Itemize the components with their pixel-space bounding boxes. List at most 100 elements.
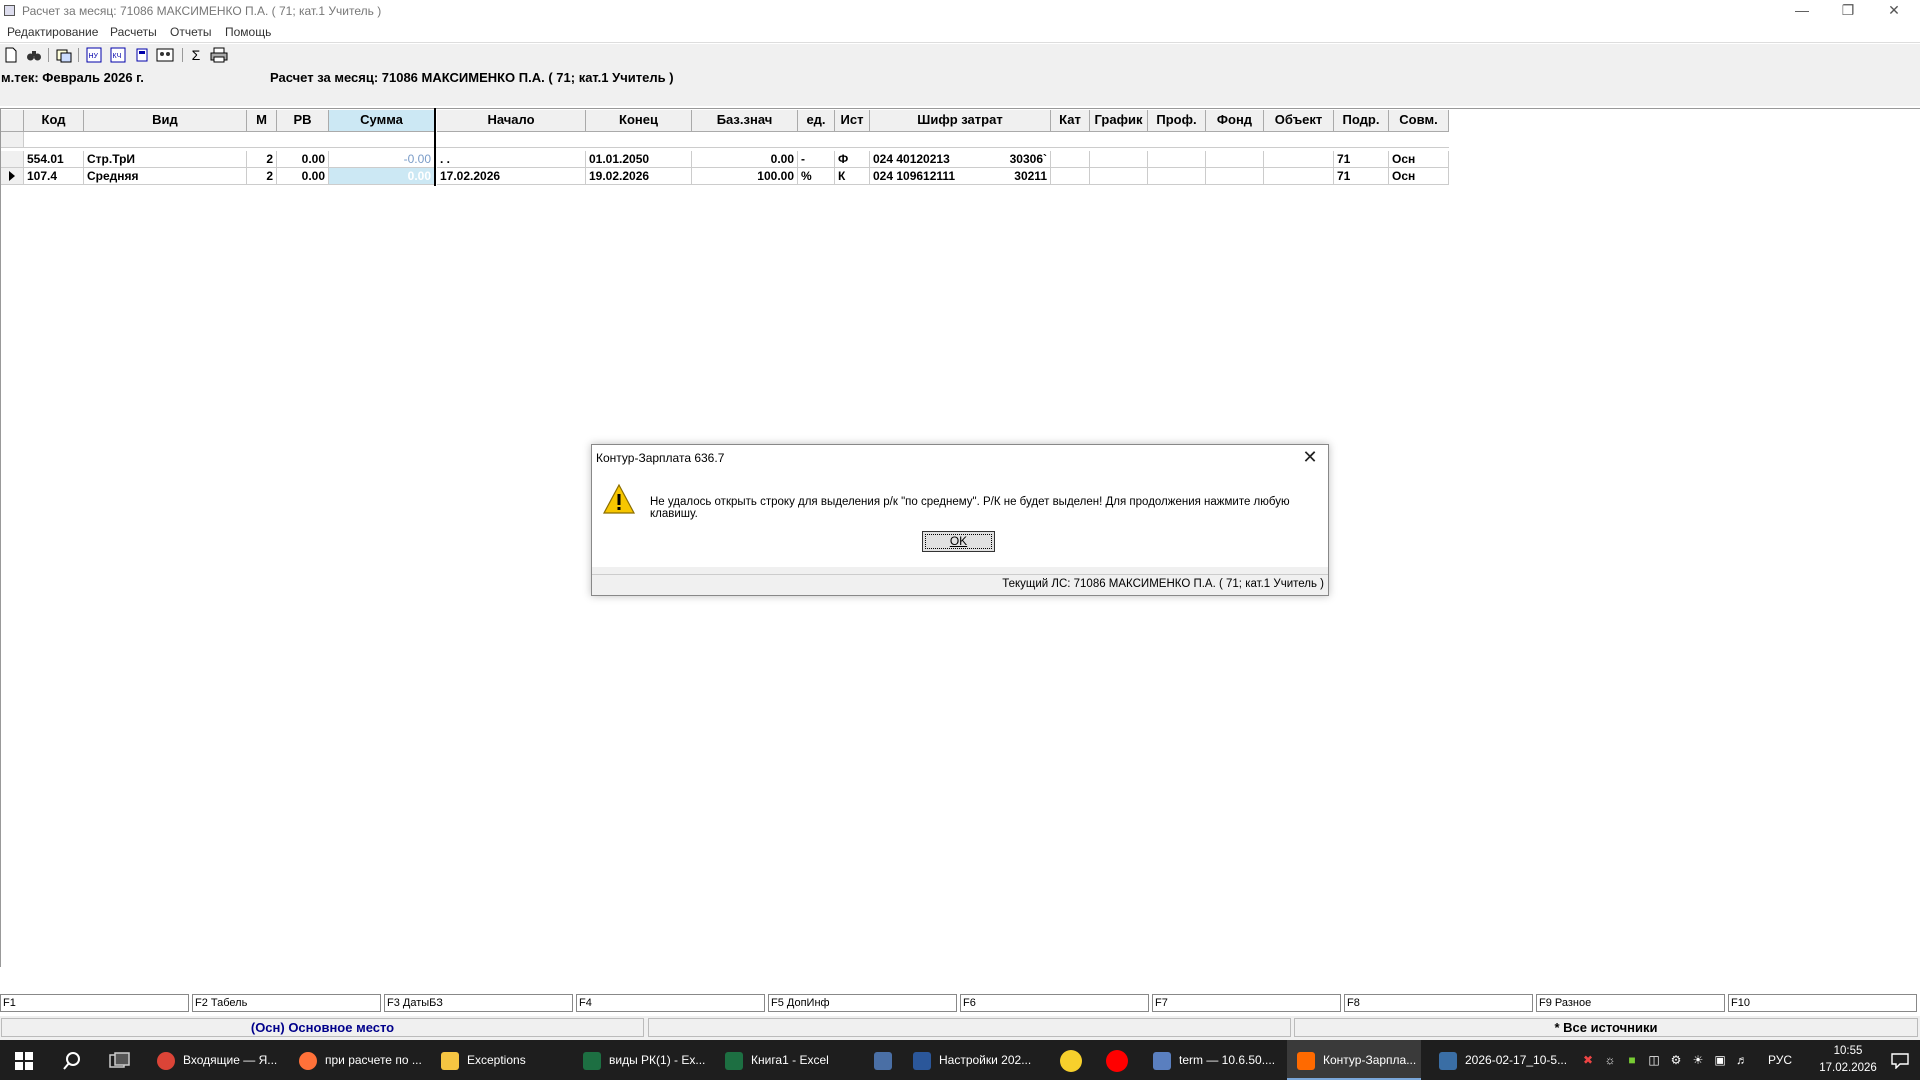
minimize-icon[interactable]: — [1779,0,1825,22]
fkey-f1[interactable]: F1 [0,994,189,1012]
taskbar-app-yandex[interactable] [1095,1040,1139,1080]
fkey-f6[interactable]: F6 [960,994,1149,1012]
fkey-f7[interactable]: F7 [1152,994,1341,1012]
tray-clock[interactable]: 10:55 17.02.2026 [1806,1043,1890,1079]
col-header-vid[interactable]: Вид [84,110,247,132]
taskbar-app-explorer[interactable]: Exceptions [435,1040,581,1080]
menu-edit[interactable]: Редактирование [7,25,98,39]
table-cell-vid[interactable]: Стр.ТрИ [84,151,247,168]
fkey-f4[interactable]: F4 [576,994,765,1012]
restore-icon[interactable]: ❐ [1825,0,1871,22]
table-cell-rv[interactable]: 0.00 [277,168,329,185]
table-cell-rv[interactable]: 0.00 [277,151,329,168]
table-cell-nachalo[interactable]: . . [437,151,586,168]
table-cell-fond[interactable] [1206,168,1264,185]
table-cell-baz[interactable]: 0.00 [692,151,798,168]
search-button[interactable] [48,1040,96,1080]
taskbar-app-image[interactable]: 2026-02-17_10-5... [1433,1040,1573,1080]
col-header-fond[interactable]: Фонд [1206,110,1264,132]
dialog-close-icon[interactable]: ✕ [1300,447,1320,467]
table-cell-vid[interactable]: Средняя [84,168,247,185]
col-header-konec[interactable]: Конец [586,110,692,132]
table-cell-shifr[interactable]: 024 40120213 30306` [870,151,1051,168]
col-header-podr[interactable]: Подр. [1334,110,1389,132]
col-header-baz[interactable]: Баз.знач [692,110,798,132]
task-view-button[interactable] [96,1040,144,1080]
table-cell-prof[interactable] [1148,168,1206,185]
table-cell-ist[interactable]: Ф [835,151,870,168]
taskbar-app-calculator[interactable] [861,1040,905,1080]
taskbar-app-kontur[interactable]: Контур-Зарпла... [1287,1040,1421,1080]
printer-icon[interactable] [210,47,228,63]
table-cell-sovm[interactable]: Осн [1389,151,1449,168]
tray-volume-icon[interactable]: ♬ [1732,1040,1752,1080]
col-header-kod[interactable]: Код [24,110,84,132]
tray-nvidia-icon[interactable]: ■ [1622,1040,1642,1080]
taskbar-app-terminal[interactable]: term — 10.6.50.... [1147,1040,1287,1080]
table-cell-grafik[interactable] [1090,168,1148,185]
taskbar-app-chrome[interactable]: Входящие — Я... [151,1040,297,1080]
calc-icon[interactable] [134,47,150,63]
table-cell-m[interactable]: 2 [247,168,277,185]
tray-language[interactable]: РУС [1760,1040,1800,1080]
fkey-f10[interactable]: F10 [1728,994,1917,1012]
col-header-shifr[interactable]: Шифр затрат [870,110,1051,132]
table-cell-kat[interactable] [1051,151,1090,168]
col-header-grafik[interactable]: График [1090,110,1148,132]
col-header-nachalo[interactable]: Начало [437,110,586,132]
close-icon[interactable]: ✕ [1871,0,1917,22]
table-cell-grafik[interactable] [1090,151,1148,168]
new-doc-icon[interactable] [3,47,19,63]
fkey-f8[interactable]: F8 [1344,994,1533,1012]
taskbar-app-excel-2[interactable]: Книга1 - Excel [719,1040,865,1080]
table-cell-prof[interactable] [1148,151,1206,168]
row-indicator[interactable] [1,168,24,185]
sigma-icon[interactable]: Σ [188,47,204,63]
tray-usb-icon[interactable]: ◫ [1644,1040,1664,1080]
people-icon[interactable] [156,47,174,63]
taskbar-app-excel-1[interactable]: виды РК(1) - Ex... [577,1040,723,1080]
table-cell-konec[interactable]: 01.01.2050 [586,151,692,168]
col-header-rv[interactable]: РВ [277,110,329,132]
table-cell-shifr[interactable]: 024 109612111 30211 [870,168,1051,185]
col-header-m[interactable]: М [247,110,277,132]
table-cell-sovm[interactable]: Осн [1389,168,1449,185]
tray-app-icon[interactable]: ✖ [1578,1040,1598,1080]
table-cell-podr[interactable]: 71 [1334,151,1389,168]
table-cell-obekt[interactable] [1264,151,1334,168]
col-header-summa[interactable]: Сумма [329,110,435,132]
menu-reports[interactable]: Отчеты [170,25,211,39]
col-header-kat[interactable]: Кат [1051,110,1090,132]
table-cell-kod[interactable]: 554.01 [24,151,84,168]
tray-security-icon[interactable]: ☀ [1688,1040,1708,1080]
taskbar-app-1c[interactable] [1049,1040,1093,1080]
tray-settings-icon[interactable]: ⚙ [1666,1040,1686,1080]
col-header-ed[interactable]: ед. [798,110,835,132]
fkey-f9[interactable]: F9 Разное [1536,994,1725,1012]
table-cell-obekt[interactable] [1264,168,1334,185]
table-cell-m[interactable]: 2 [247,151,277,168]
table-cell-nachalo[interactable]: 17.02.2026 [437,168,586,185]
start-button[interactable] [0,1040,48,1080]
col-header-prof[interactable]: Проф. [1148,110,1206,132]
col-header-ist[interactable]: Ист [835,110,870,132]
hu-icon[interactable]: НУ [86,47,102,63]
taskbar-app-firefox[interactable]: при расчете по ... [293,1040,439,1080]
table-cell-fond[interactable] [1206,151,1264,168]
binoculars-icon[interactable] [26,47,42,63]
table-cell-summa[interactable]: -0.00 [329,151,435,168]
filter-row[interactable] [24,132,1449,148]
table-cell-ed[interactable]: % [798,168,835,185]
taskbar-app-word[interactable]: Настройки 202... [907,1040,1053,1080]
row-indicator[interactable] [1,151,24,168]
fkey-f3[interactable]: F3 ДатыБЗ [384,994,573,1012]
notifications-icon[interactable] [1882,1040,1918,1080]
table-cell-ed[interactable]: - [798,151,835,168]
ok-button[interactable]: OK [922,531,995,552]
table-cell-kod[interactable]: 107.4 [24,168,84,185]
table-cell-kat[interactable] [1051,168,1090,185]
menu-calculations[interactable]: Расчеты [110,25,157,39]
table-cell-summa[interactable]: 0.00 [329,168,435,185]
col-header-sovm[interactable]: Совм. [1389,110,1449,132]
table-cell-baz[interactable]: 100.00 [692,168,798,185]
